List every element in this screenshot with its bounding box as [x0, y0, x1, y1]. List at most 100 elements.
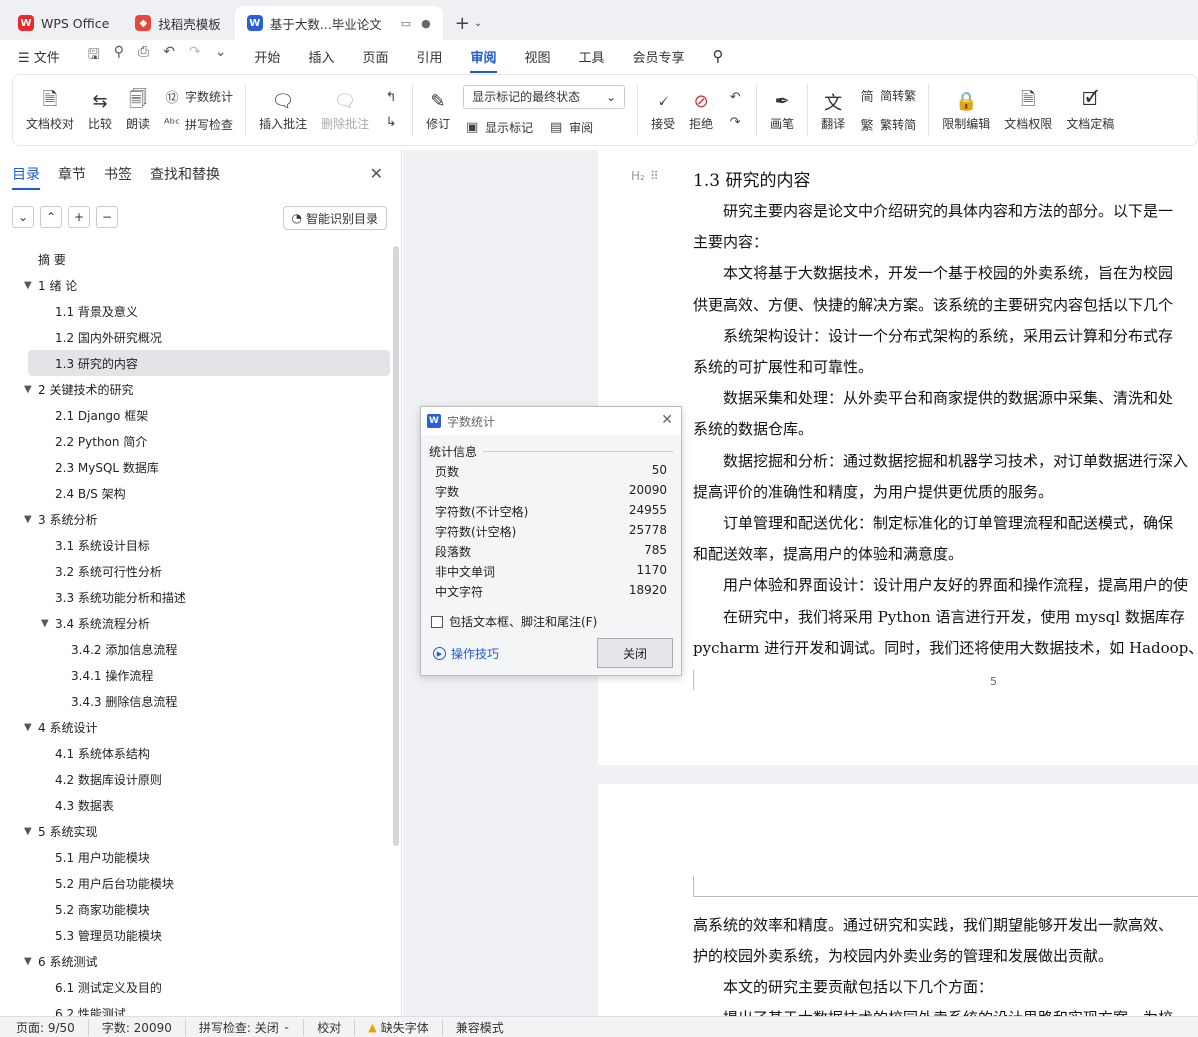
search-icon[interactable]: ⚲ [713, 47, 724, 65]
close-button[interactable]: 关闭 [597, 638, 673, 668]
next-change-button[interactable]: ↷ [726, 115, 744, 130]
tab-chapters[interactable]: 章节 [58, 164, 86, 184]
restrict-edit-button[interactable]: 🔒 限制编辑 [935, 89, 997, 132]
tab-bookmarks[interactable]: 书签 [104, 164, 132, 184]
dialog-title-bar[interactable]: W 字数统计 [421, 407, 681, 435]
toc-item[interactable]: 摘 要 [0, 246, 392, 272]
toc-item[interactable]: ▼ 4 系统设计 [0, 714, 392, 740]
save-icon[interactable]: 🖫 [88, 44, 100, 68]
close-icon[interactable]: ✕ [370, 164, 383, 183]
toc-item[interactable]: ▼ 5 系统实现 [0, 818, 392, 844]
toc-item[interactable]: ▼ 2 关键技术的研究 [0, 376, 392, 402]
translate-button[interactable]: 文 翻译 [814, 89, 852, 132]
add-level-button[interactable]: + [68, 206, 90, 228]
tab-docer-templates[interactable]: ◆ 找稻壳模板 [123, 6, 233, 40]
undo-icon[interactable]: ↶ [163, 44, 175, 68]
track-changes-button[interactable]: ✎ 修订 [419, 89, 457, 132]
simplified-to-traditional-button[interactable]: 简 简转繁 [858, 86, 917, 105]
insert-comment-button[interactable]: 🗨 插入批注 [252, 89, 314, 132]
menu-review[interactable]: 审阅 [470, 47, 497, 73]
toc-item[interactable]: 2.4 B/S 架构 [0, 480, 392, 506]
close-icon[interactable]: ✕ [661, 412, 673, 428]
menu-member[interactable]: 会员专享 [633, 47, 685, 66]
toc-item[interactable]: 2.1 Django 框架 [0, 402, 392, 428]
include-notes-checkbox[interactable]: 包括文本框、脚注和尾注(F) [431, 613, 597, 630]
menu-view[interactable]: 视图 [525, 47, 551, 66]
show-markup-button[interactable]: ▣ 显示标记 [463, 119, 533, 136]
tips-link[interactable]: ▶ 操作技巧 [433, 645, 499, 662]
smart-toc-button[interactable]: ◔ 智能识别目录 [282, 206, 387, 230]
toc-item[interactable]: 5.2 用户后台功能模块 [0, 870, 392, 896]
toc-item[interactable]: 1.1 背景及意义 [0, 298, 392, 324]
toc-item[interactable]: 2.2 Python 简介 [0, 428, 392, 454]
menu-references[interactable]: 引用 [416, 47, 442, 66]
toc-item[interactable]: ▼ 3.4 系统流程分析 [0, 610, 392, 636]
unsaved-dot-icon[interactable]: ● [421, 17, 431, 30]
previous-change-button[interactable]: ↶ [726, 90, 744, 105]
read-aloud-button[interactable]: 🗐 朗读 [119, 89, 157, 132]
new-tab-button[interactable]: + ⌄ [445, 6, 492, 40]
expand-arrow-icon[interactable]: ▼ [24, 280, 32, 291]
document-page[interactable]: 高系统的效率和精度。通过研究和实践，我们期望能够开发出一款高效、 护的校园外卖系统… [598, 784, 1198, 1016]
review-pane-button[interactable]: ▤ 审阅 [547, 119, 593, 136]
toc-item[interactable]: 1.2 国内外研究概况 [0, 324, 392, 350]
menu-home[interactable]: 开始 [254, 47, 280, 66]
collapse-up-button[interactable]: ⌃ [40, 206, 62, 228]
previous-comment-button[interactable]: ↰ [382, 90, 400, 105]
markup-state-select[interactable]: 显示标记的最终状态 ⌄ [463, 84, 626, 109]
expand-arrow-icon[interactable]: ▼ [41, 618, 49, 629]
toc-item[interactable]: 3.2 系统可行性分析 [0, 558, 392, 584]
compare-button[interactable]: ⇆ 比较 [81, 89, 119, 132]
window-mode-icon[interactable]: ▭ [401, 17, 411, 30]
menu-tools[interactable]: 工具 [579, 47, 605, 66]
toc-item[interactable]: 2.3 MySQL 数据库 [0, 454, 392, 480]
toc-item[interactable]: ▼ 6 系统测试 [0, 948, 392, 974]
toc-item[interactable]: ▼ 3 系统分析 [0, 506, 392, 532]
checkbox-box[interactable] [431, 615, 443, 628]
toc-item[interactable]: 4.2 数据库设计原则 [0, 766, 392, 792]
print-preview-icon[interactable]: ⎙ [138, 44, 149, 68]
doc-finalize-button[interactable]: 🗹 文档定稿 [1059, 89, 1121, 132]
next-comment-button[interactable]: ↳ [382, 115, 400, 130]
file-menu[interactable]: ☰ 文件 [18, 47, 60, 66]
expand-arrow-icon[interactable]: ▼ [24, 384, 32, 395]
missing-font-indicator[interactable]: ▲ 缺失字体 [368, 1018, 443, 1036]
toc-item[interactable]: 3.4.3 删除信息流程 [0, 688, 392, 714]
toc-item[interactable]: 5.3 管理员功能模块 [0, 922, 392, 948]
toc-item[interactable]: 4.3 数据表 [0, 792, 392, 818]
toc-item[interactable]: 6.1 测试定义及目的 [0, 974, 392, 1000]
menu-page[interactable]: 页面 [362, 47, 388, 66]
toc-scrollbar[interactable] [393, 246, 399, 846]
menu-insert[interactable]: 插入 [308, 47, 334, 66]
tab-wps-office[interactable]: W WPS Office [6, 6, 121, 40]
share-link-icon[interactable]: ⚲ [114, 44, 124, 68]
page-indicator[interactable]: 页面: 9/50 [16, 1018, 89, 1036]
word-count-button[interactable]: ⑫ 字数统计 [163, 87, 234, 106]
tab-find-replace[interactable]: 查找和替换 [150, 164, 220, 184]
expand-down-button[interactable]: ⌄ [12, 206, 34, 228]
expand-arrow-icon[interactable]: ▼ [24, 514, 32, 525]
word-count-indicator[interactable]: 字数: 20090 [102, 1018, 186, 1036]
accept-button[interactable]: 🗸 接受 [644, 89, 682, 132]
document-page[interactable]: H₂ ⠿ 1.3 研究的内容 5 研究主要内容是论文中介绍研究的具体内容和方法的… [598, 150, 1198, 765]
reject-button[interactable]: ⊘ 拒绝 [682, 89, 720, 132]
toc-item[interactable]: 4.1 系统体系结构 [0, 740, 392, 766]
toc-item[interactable]: ▼ 1 绪 论 [0, 272, 392, 298]
toc-item[interactable]: 5.2 商家功能模块 [0, 896, 392, 922]
toc-item[interactable]: 1.3 研究的内容 [28, 350, 390, 376]
toc-item[interactable]: 6.2 性能测试 [0, 1000, 392, 1017]
remove-level-button[interactable]: − [96, 206, 118, 228]
toc-item[interactable]: 5.1 用户功能模块 [0, 844, 392, 870]
delete-comment-button[interactable]: 🗨 删除批注 [314, 89, 376, 132]
spell-check-button[interactable]: ᴬᵇᶜ 拼写检查 [163, 116, 233, 133]
tab-document[interactable]: W 基于大数...毕业论文 ▭ ● [234, 6, 443, 40]
chevron-down-icon[interactable]: ⌄ [215, 44, 227, 68]
doc-permission-button[interactable]: 🗎 文档权限 [997, 89, 1059, 132]
toc-item[interactable]: 3.4.2 添加信息流程 [0, 636, 392, 662]
pen-button[interactable]: ✒ 画笔 [763, 89, 801, 132]
expand-arrow-icon[interactable]: ▼ [24, 956, 32, 967]
tab-toc[interactable]: 目录 [12, 164, 40, 190]
toc-item[interactable]: 3.3 系统功能分析和描述 [0, 584, 392, 610]
spell-check-status[interactable]: 拼写检查: 关闭 ⌄ [199, 1018, 305, 1036]
redo-icon[interactable]: ↷ [189, 44, 201, 68]
